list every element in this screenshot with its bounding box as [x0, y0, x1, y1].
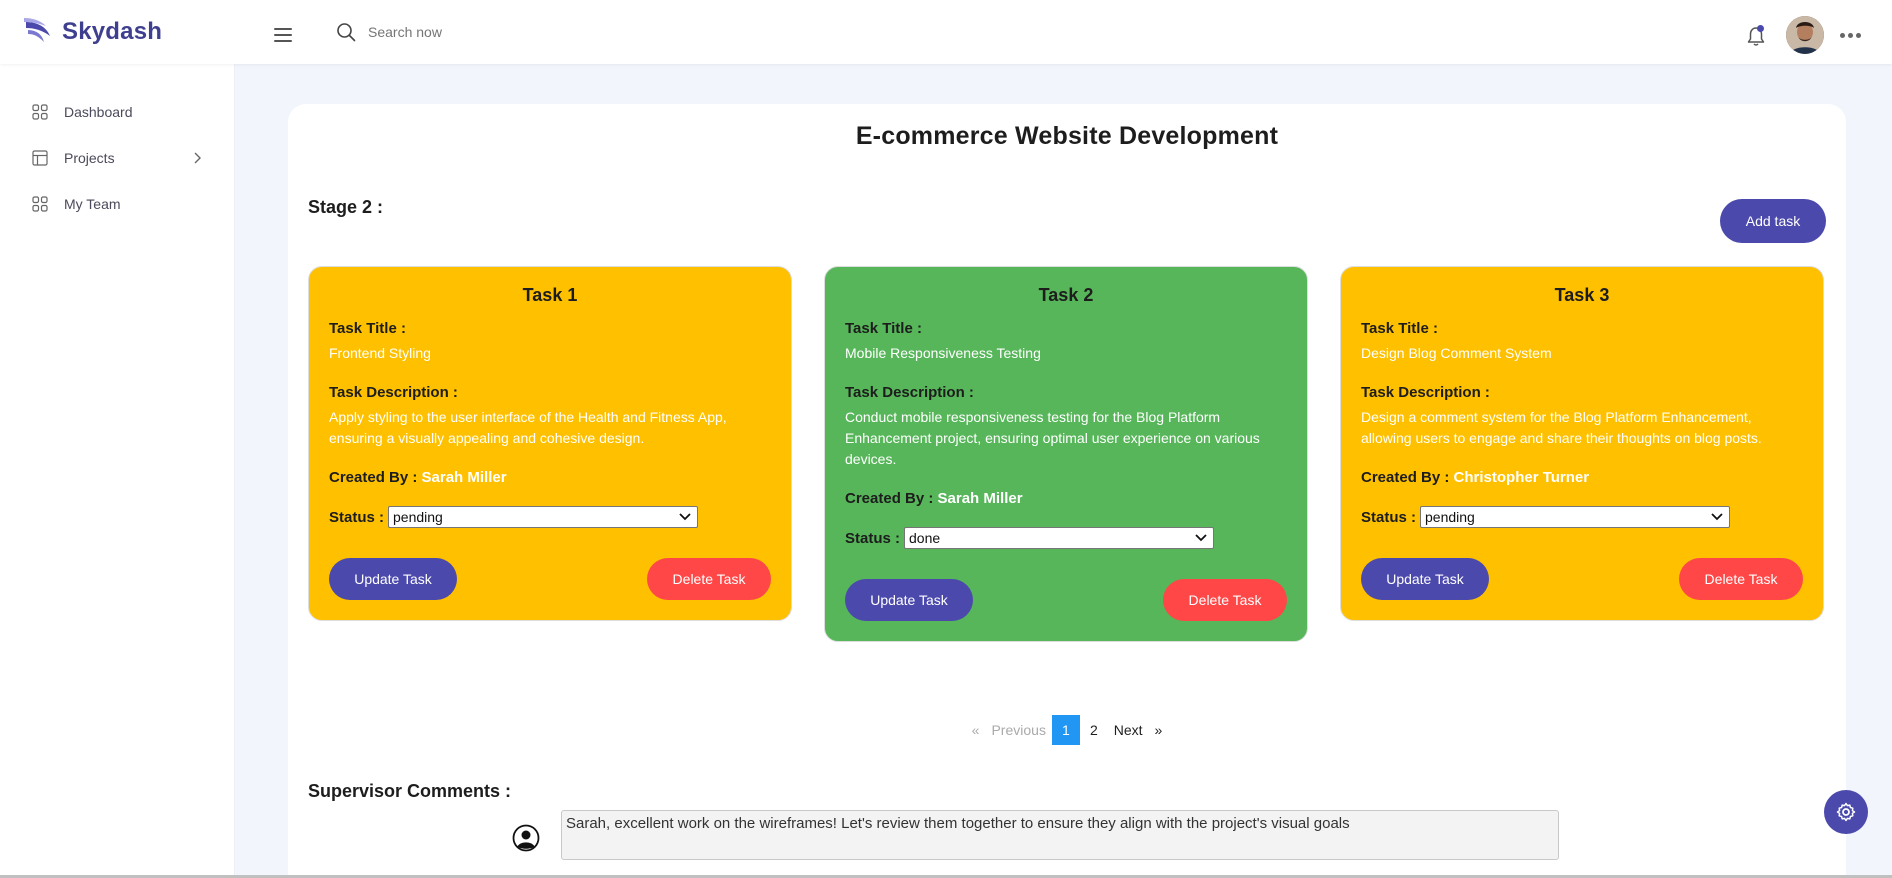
- avatar-image: [1786, 16, 1824, 54]
- hamburger-line: [274, 40, 292, 42]
- created-by-label: Created By :: [1361, 469, 1450, 486]
- project-card: E-commerce Website Development Stage 2 :…: [288, 104, 1846, 878]
- task-heading: Task 2: [1038, 285, 1094, 305]
- task-description-value: Conduct mobile responsiveness testing fo…: [845, 409, 1260, 467]
- delete-task-button[interactable]: Delete Task: [1679, 558, 1803, 600]
- search-input[interactable]: [368, 24, 628, 40]
- task-card: Task 2 Task Title : Mobile Responsivenes…: [824, 266, 1308, 642]
- supervisor-comments-heading: Supervisor Comments :: [308, 781, 512, 801]
- status-select-value: done: [909, 530, 941, 546]
- task-title-label: Task Title :: [845, 320, 922, 337]
- status-label: Status :: [1361, 508, 1417, 526]
- task-heading: Task 3: [1554, 285, 1610, 305]
- sidebar-item-my-team[interactable]: My Team: [32, 196, 202, 212]
- task-description-label: Task Description :: [329, 384, 458, 401]
- pagination-page-2[interactable]: 2: [1080, 715, 1108, 745]
- hamburger-line: [274, 34, 292, 36]
- dot: [1840, 32, 1845, 38]
- pagination-last[interactable]: »: [1149, 715, 1169, 745]
- created-by-label: Created By :: [845, 490, 934, 507]
- user-circle-icon: [512, 824, 540, 852]
- created-by-value: Sarah Miller: [937, 490, 1023, 507]
- search-icon: [337, 23, 356, 42]
- status-row: Status : pending: [1361, 506, 1803, 528]
- created-by-value: Sarah Miller: [421, 469, 507, 486]
- task-title-value: Frontend Styling: [329, 345, 431, 361]
- delete-task-button[interactable]: Delete Task: [647, 558, 771, 600]
- task-actions: Update Task Delete Task: [329, 558, 771, 600]
- update-task-button[interactable]: Update Task: [1361, 558, 1489, 600]
- created-by: Created By : Sarah Miller: [329, 469, 771, 486]
- created-by: Created By : Sarah Miller: [845, 490, 1287, 507]
- grid-icon: [32, 196, 48, 212]
- add-task-button[interactable]: Add task: [1720, 199, 1826, 243]
- pagination-next[interactable]: Next: [1108, 715, 1149, 745]
- task-heading: Task 1: [522, 285, 578, 305]
- menu-toggle-button[interactable]: [274, 28, 292, 42]
- task-card: Task 3 Task Title : Design Blog Comment …: [1340, 266, 1824, 621]
- project-title: E-commerce Website Development: [855, 122, 1279, 150]
- update-task-button[interactable]: Update Task: [329, 558, 457, 600]
- pagination-previous[interactable]: Previous: [985, 715, 1051, 745]
- gear-icon: [1836, 802, 1856, 822]
- status-select[interactable]: pending: [388, 506, 699, 528]
- sidebar-item-label: Projects: [64, 150, 115, 166]
- task-description-label: Task Description :: [1361, 384, 1490, 401]
- status-select-value: pending: [1425, 509, 1475, 525]
- settings-button[interactable]: [1824, 790, 1868, 834]
- sidebar-item-projects[interactable]: Projects: [32, 150, 202, 166]
- search-bar: [336, 22, 628, 42]
- sidebar-item-dashboard[interactable]: Dashboard: [32, 104, 202, 120]
- task-description-label: Task Description :: [845, 384, 974, 401]
- task-actions: Update Task Delete Task: [845, 579, 1287, 621]
- top-bar: Skydash: [0, 0, 1892, 64]
- status-row: Status : done: [845, 527, 1287, 549]
- delete-task-button[interactable]: Delete Task: [1163, 579, 1287, 621]
- status-row: Status : pending: [329, 506, 771, 528]
- task-description-value: Apply styling to the user interface of t…: [329, 409, 727, 446]
- sidebar: Dashboard Projects My Team: [0, 64, 235, 878]
- grid-icon: [32, 104, 48, 120]
- task-title-value: Mobile Responsiveness Testing: [845, 345, 1041, 361]
- task-title-label: Task Title :: [1361, 320, 1438, 337]
- created-by: Created By : Christopher Turner: [1361, 469, 1803, 486]
- more-options-button[interactable]: [1840, 26, 1862, 44]
- status-select-value: pending: [393, 509, 443, 525]
- dot: [1856, 32, 1861, 38]
- chevron-down-icon: [679, 513, 691, 521]
- update-task-button[interactable]: Update Task: [845, 579, 973, 621]
- task-description-value: Design a comment system for the Blog Pla…: [1361, 409, 1762, 446]
- task-actions: Update Task Delete Task: [1361, 558, 1803, 600]
- notifications-button[interactable]: [1744, 24, 1768, 48]
- sidebar-item-label: Dashboard: [64, 104, 133, 120]
- task-card: Task 1 Task Title : Frontend Styling Tas…: [308, 266, 792, 621]
- created-by-value: Christopher Turner: [1453, 469, 1590, 486]
- status-select[interactable]: pending: [1420, 506, 1731, 528]
- status-label: Status :: [329, 508, 385, 526]
- pagination-first[interactable]: «: [966, 715, 986, 745]
- sidebar-item-label: My Team: [64, 196, 121, 212]
- layout-icon: [32, 150, 48, 166]
- chevron-down-icon: [1195, 534, 1207, 542]
- bell-icon: [1747, 25, 1765, 46]
- chevron-down-icon: [1711, 513, 1723, 521]
- user-avatar[interactable]: [1786, 16, 1824, 54]
- brand-name: Skydash: [62, 18, 163, 45]
- pagination-page-1[interactable]: 1: [1051, 715, 1080, 745]
- task-title-label: Task Title :: [329, 320, 406, 337]
- created-by-label: Created By :: [329, 469, 418, 486]
- stage-label: Stage 2 :: [308, 197, 384, 217]
- brand-logo[interactable]: Skydash: [22, 16, 162, 48]
- dot: [1848, 32, 1853, 38]
- supervisor-comment-text: Sarah, excellent work on the wireframes!…: [561, 810, 1559, 860]
- pagination: « Previous 1 2 Next »: [288, 715, 1846, 745]
- hamburger-line: [274, 28, 292, 30]
- status-label: Status :: [845, 529, 901, 547]
- logo-icon: [24, 18, 50, 42]
- chevron-right-icon: [194, 152, 201, 164]
- status-select[interactable]: done: [904, 527, 1215, 549]
- task-title-value: Design Blog Comment System: [1361, 345, 1552, 361]
